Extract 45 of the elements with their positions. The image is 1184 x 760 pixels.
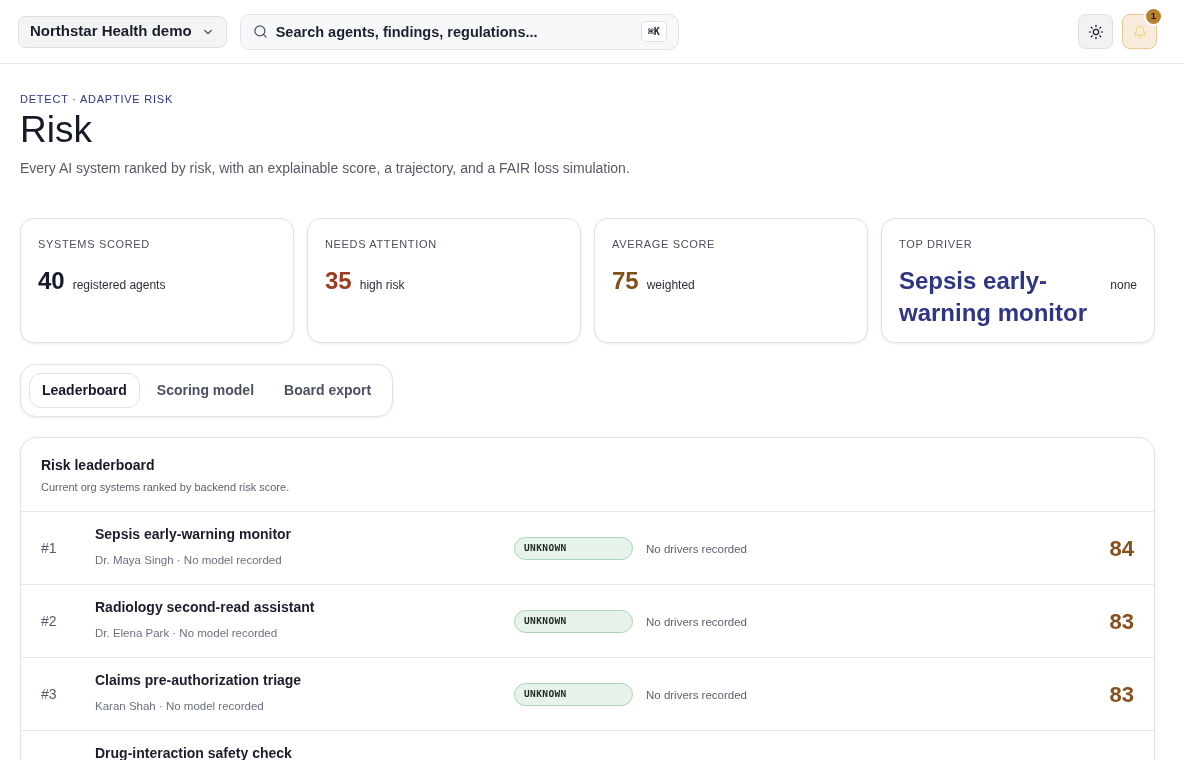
page-title: Risk [20, 109, 93, 151]
system-owner: Dr. Elena Park · No model recorded [95, 626, 279, 641]
tab[interactable]: Scoring model [143, 373, 268, 408]
stat-label: SYSTEMS SCORED [38, 237, 151, 252]
leaderboard-title: Risk leaderboard [41, 456, 156, 475]
drivers-text: No drivers recorded [646, 689, 747, 701]
system-name: Radiology second-read assistant [95, 600, 316, 615]
stat-label: AVERAGE SCORE [612, 237, 717, 252]
status-badge: UNKNOWN [514, 609, 633, 633]
rank-number: #3 [41, 686, 57, 702]
system-name: Claims pre-authorization triage [95, 673, 303, 688]
stat-value: 75 [612, 266, 639, 296]
stat-caption: high risk [359, 277, 405, 294]
risk-score: 83 [1109, 681, 1134, 707]
bell-icon [1132, 24, 1147, 39]
drivers-text: No drivers recorded [646, 543, 747, 555]
system-owner: Dr. Maya Singh · No model recorded [95, 553, 283, 568]
system-name: Drug-interaction safety check [95, 746, 293, 760]
leaderboard-subtitle: Current org systems ranked by backend risk score. [41, 480, 291, 495]
stat-label: TOP DRIVER [899, 237, 974, 252]
rank-number: #2 [41, 613, 57, 629]
status-badge: UNKNOWN [514, 536, 633, 560]
drivers-text: No drivers recorded [646, 616, 747, 628]
status-badge: UNKNOWN [514, 682, 633, 706]
stat-value: Sepsis early-warning monitor [899, 266, 1088, 328]
risk-score: 84 [1109, 535, 1134, 561]
notification-count: 1 [1146, 9, 1161, 24]
system-owner: Karan Shah · No model recorded [95, 699, 265, 714]
search-icon [252, 23, 268, 39]
workspace-selector[interactable]: Northstar Health demo [18, 15, 227, 48]
risk-score: 83 [1109, 608, 1134, 634]
rank-number: #1 [41, 540, 57, 556]
stat-label: NEEDS ATTENTION [325, 237, 438, 252]
tab[interactable]: Board export [271, 373, 385, 408]
tab[interactable]: Leaderboard [29, 373, 140, 408]
page-eyebrow: DETECT · ADAPTIVE RISK [20, 92, 175, 107]
page-description: Every AI system ranked by risk, with an explainable score, a trajectory, and a FAIR loss simulation. [20, 159, 631, 178]
theme-toggle-button[interactable] [1078, 14, 1113, 49]
sun-icon [1087, 23, 1104, 40]
system-name: Sepsis early-warning monitor [95, 527, 293, 542]
stat-value: 40 [38, 266, 65, 296]
stat-caption: none [1110, 277, 1137, 294]
stat-value: 35 [325, 266, 352, 296]
stat-caption: registered agents [72, 277, 166, 294]
stat-caption: weighted [646, 277, 695, 294]
